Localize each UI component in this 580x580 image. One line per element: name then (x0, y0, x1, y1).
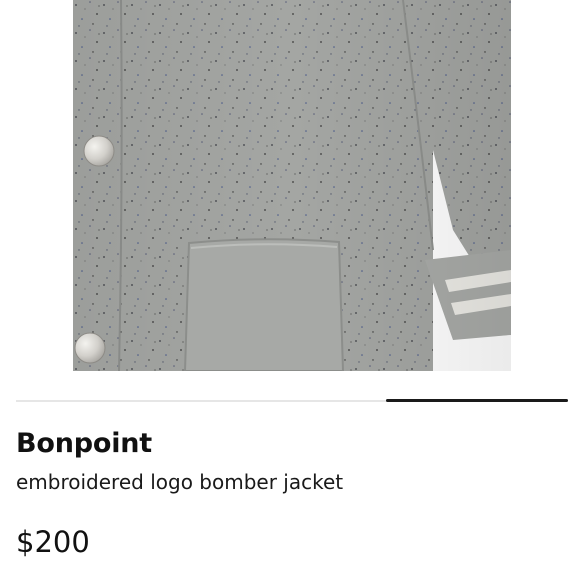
brand-name[interactable]: Bonpoint (16, 428, 152, 459)
product-page: Bonpoint embroidered logo bomber jacket … (0, 0, 580, 580)
carousel-active-indicator (385, 399, 568, 402)
product-price: $200 (16, 525, 90, 559)
jacket-photo (73, 0, 511, 371)
image-carousel-indicator[interactable] (16, 399, 568, 402)
product-image[interactable] (73, 0, 511, 371)
product-title: embroidered logo bomber jacket (16, 470, 344, 494)
